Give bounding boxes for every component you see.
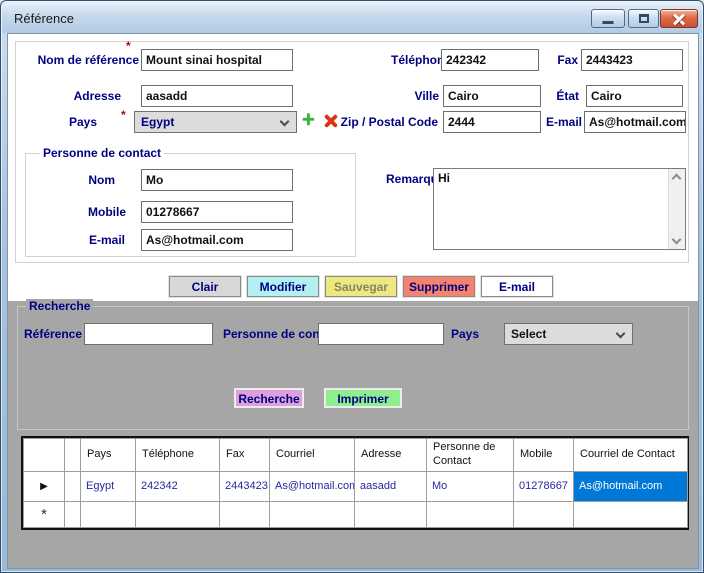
title-bar[interactable]: Référence	[2, 2, 702, 33]
sauvegar-button[interactable]: Sauvegar	[325, 276, 397, 297]
minimize-icon	[603, 21, 614, 24]
window: Référence * Nom de référence Mount sinai…	[0, 0, 704, 573]
contact-email-label: E-mail	[28, 233, 125, 247]
search-pays-combobox[interactable]: Select	[504, 323, 633, 345]
grid-header-mobile[interactable]: Mobile	[514, 439, 574, 472]
required-marker-pays: *	[121, 108, 126, 122]
grid-header-pays[interactable]: Pays	[81, 439, 136, 472]
grid-header-telephone[interactable]: Téléphone	[136, 439, 220, 472]
email-field[interactable]: As@hotmail.com	[584, 111, 686, 133]
remarque-textarea[interactable]: Hi	[433, 168, 686, 250]
close-button[interactable]	[660, 9, 698, 28]
grid-cell-telephone[interactable]	[136, 501, 220, 527]
ville-label: Ville	[348, 89, 439, 103]
imprimer-button[interactable]: Imprimer	[324, 388, 402, 408]
grid-header-courriel-de-contact[interactable]: Courriel de Contact	[574, 439, 688, 472]
chevron-down-icon	[616, 329, 626, 339]
grid-cell-telephone[interactable]: 242342	[136, 471, 220, 501]
grid-cell-personne-de-contact[interactable]: Mo	[427, 471, 514, 501]
grid-header-spacer	[65, 439, 81, 472]
grid-cell-mobile[interactable]	[514, 501, 574, 527]
row-arrow-icon: ▶	[40, 481, 48, 492]
grid-cell-courriel[interactable]	[270, 501, 355, 527]
search-reference-field[interactable]	[84, 323, 213, 345]
current-row-header[interactable]: ▶	[24, 471, 65, 501]
adresse-field[interactable]: aasadd	[141, 85, 293, 107]
recherche-groupbox-title: Recherche	[26, 299, 93, 313]
grid-data-row: ▶ Egypt 242342 2443423 As@hotmail.com aa…	[24, 471, 688, 501]
grid-cell-personne-de-contact[interactable]	[427, 501, 514, 527]
pays-combobox[interactable]: Egypt	[134, 111, 297, 133]
nom-reference-label: Nom de référence	[12, 53, 139, 67]
pays-combobox-value: Egypt	[141, 115, 174, 129]
form-client-area: * Nom de référence Mount sinai hospital …	[7, 33, 699, 569]
close-icon	[673, 13, 685, 25]
maximize-button[interactable]	[628, 9, 659, 28]
remarque-text: Hi	[438, 171, 450, 185]
add-country-button[interactable]: +	[302, 110, 315, 130]
contact-nom-label: Nom	[28, 173, 115, 187]
grid-cell-mobile[interactable]: 01278667	[514, 471, 574, 501]
search-reference-label: Référence	[24, 327, 82, 341]
contact-email-field[interactable]: As@hotmail.com	[141, 229, 293, 251]
grid-header-fax[interactable]: Fax	[220, 439, 270, 472]
contact-mobile-field[interactable]: 01278667	[141, 201, 293, 223]
grid-cell-courriel-de-contact[interactable]	[574, 501, 688, 527]
maximize-icon	[639, 14, 649, 23]
contact-groupbox-title: Personne de contact	[40, 146, 164, 160]
supprimer-button[interactable]: Supprimer	[403, 276, 475, 297]
grid-cell-pays[interactable]: Egypt	[81, 471, 136, 501]
grid-cell-courriel-de-contact-selected[interactable]: As@hotmail.com	[574, 471, 688, 501]
grid-cell-fax[interactable]	[220, 501, 270, 527]
zip-label: Zip / Postal Code	[338, 115, 438, 129]
delete-country-button[interactable]	[323, 113, 339, 129]
grid-cell-fax[interactable]: 2443423	[220, 471, 270, 501]
remarque-scrollbar[interactable]	[668, 169, 685, 249]
pays-label: Pays	[12, 115, 97, 129]
grid-cell-spacer[interactable]	[65, 501, 81, 527]
new-row-header[interactable]: *	[24, 501, 65, 527]
chevron-down-icon[interactable]	[672, 235, 682, 245]
grid-header-courriel[interactable]: Courriel	[270, 439, 355, 472]
grid-header-row: Pays Téléphone Fax Courriel Adresse Pers…	[24, 439, 688, 472]
recherche-button[interactable]: Recherche	[234, 388, 304, 408]
fax-field[interactable]: 2443423	[581, 49, 683, 71]
grid-header-personne-de-contact[interactable]: Personne de Contact	[427, 439, 514, 472]
chevron-up-icon[interactable]	[672, 174, 682, 184]
search-contact-field[interactable]	[318, 323, 444, 345]
adresse-label: Adresse	[12, 89, 121, 103]
required-marker-nom: *	[126, 39, 131, 53]
search-panel: Recherche Référence Personne de contact …	[8, 301, 698, 568]
contact-mobile-label: Mobile	[28, 205, 126, 219]
new-row-asterisk-icon: *	[41, 506, 47, 523]
references-datagrid: Pays Téléphone Fax Courriel Adresse Pers…	[21, 436, 689, 530]
zip-field[interactable]: 2444	[443, 111, 541, 133]
grid-cell-pays[interactable]	[81, 501, 136, 527]
clair-button[interactable]: Clair	[169, 276, 241, 297]
search-pays-label: Pays	[438, 327, 479, 341]
grid-cell-spacer[interactable]	[65, 471, 81, 501]
search-pays-combobox-value: Select	[511, 327, 546, 341]
nom-reference-field[interactable]: Mount sinai hospital	[141, 49, 293, 71]
telephone-field[interactable]: 242342	[441, 49, 539, 71]
grid-cell-courriel[interactable]: As@hotmail.com	[270, 471, 355, 501]
grid-new-row: *	[24, 501, 688, 527]
grid-header-adresse[interactable]: Adresse	[355, 439, 427, 472]
grid-header-rowselector	[24, 439, 65, 472]
minimize-button[interactable]	[591, 9, 625, 28]
ville-field[interactable]: Cairo	[443, 85, 541, 107]
chevron-down-icon	[280, 117, 290, 127]
modifier-button[interactable]: Modifier	[247, 276, 319, 297]
etat-field[interactable]: Cairo	[586, 85, 683, 107]
email-button[interactable]: E-mail	[481, 276, 553, 297]
window-title: Référence	[14, 11, 74, 26]
grid-cell-adresse[interactable]: aasadd	[355, 471, 427, 501]
contact-nom-field[interactable]: Mo	[141, 169, 293, 191]
grid-cell-adresse[interactable]	[355, 501, 427, 527]
